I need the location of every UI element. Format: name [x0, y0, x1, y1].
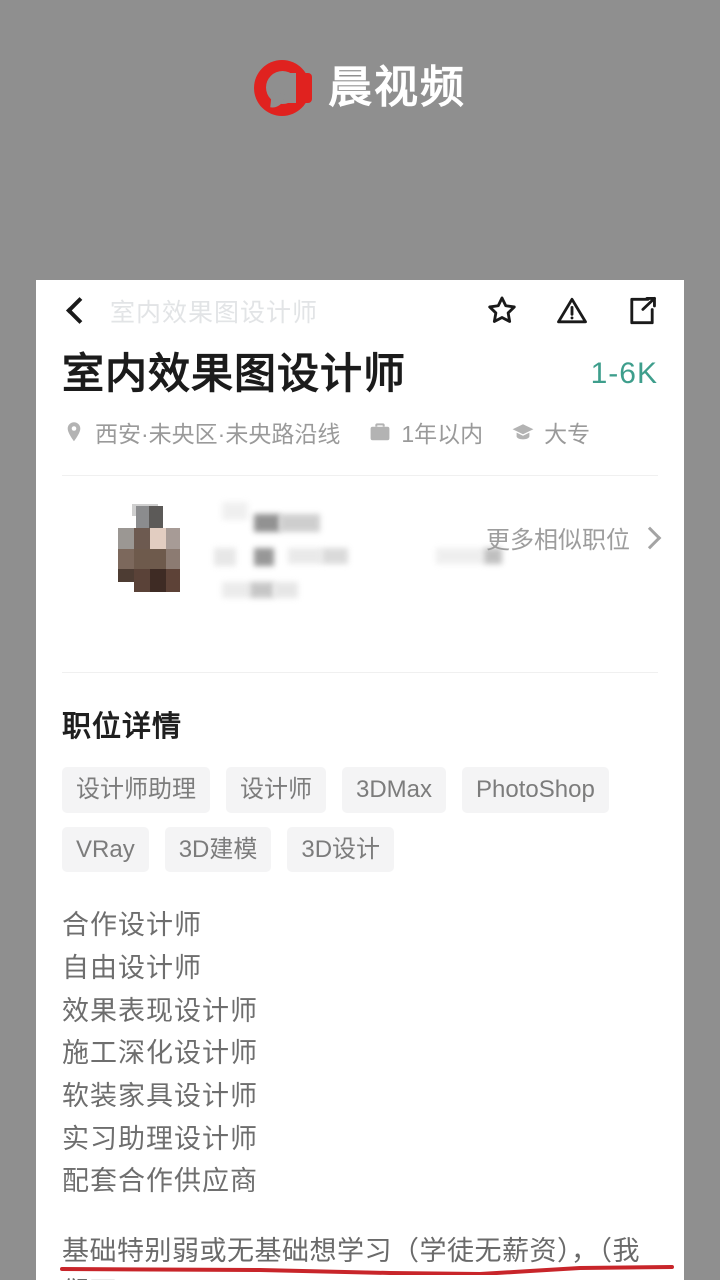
skill-tag[interactable]: 设计师助理	[62, 767, 210, 813]
briefcase-icon	[368, 420, 392, 444]
star-icon[interactable]	[484, 293, 520, 329]
brand: 晨视频	[254, 60, 466, 116]
more-similar-jobs-link[interactable]: 更多相似职位	[486, 520, 662, 555]
job-title-row: 室内效果图设计师 1-6K	[36, 342, 684, 397]
skill-tag[interactable]: VRay	[62, 826, 149, 873]
page-title: 室内效果图设计师	[62, 350, 407, 397]
location-pin-icon	[62, 420, 86, 444]
company-section[interactable]: 更多相似职位	[36, 476, 684, 646]
graduation-cap-icon	[511, 420, 535, 444]
warning-triangle-icon[interactable]	[554, 293, 590, 329]
meta-experience: 1年以内	[368, 415, 483, 449]
meta-location: 西安·未央区·未央路沿线	[62, 415, 340, 449]
chevron-left-icon[interactable]	[62, 295, 92, 327]
list-item: 合作设计师	[62, 910, 202, 941]
role-list: 合作设计师 自由设计师 效果表现设计师 施工深化设计师 软装家具设计师 实习助理…	[62, 904, 658, 1203]
meta-location-label: 西安·未央区·未央路沿线	[95, 421, 341, 448]
list-item: 效果表现设计师	[62, 995, 258, 1026]
job-meta-row: 西安·未央区·未央路沿线 1年以内 大专	[36, 397, 684, 449]
navbar-faded-title: 室内效果图设计师	[110, 299, 319, 327]
mosaic-avatar-icon	[118, 504, 190, 593]
meta-experience-label: 1年以内	[401, 421, 484, 448]
channel-watermark: 晨视频	[0, 0, 720, 280]
skill-tag[interactable]: 3D建模	[164, 826, 272, 873]
chevron-right-icon	[638, 526, 662, 549]
meta-education: 大专	[511, 415, 590, 449]
salary-range: 1-6K	[590, 357, 658, 391]
brand-name: 晨视频	[328, 63, 466, 112]
job-details-section: 职位详情 设计师助理 设计师 3DMax PhotoShop VRay 3D建模…	[36, 673, 684, 1280]
list-item: 配套合作供应商	[62, 1166, 258, 1197]
more-similar-jobs-label: 更多相似职位	[486, 527, 630, 555]
highlighted-paragraph: 基础特别弱或无基础想学习（学徒无薪资），（我们不 收费，但是需自行配备电脑等设备…	[60, 1231, 674, 1280]
share-icon[interactable]	[624, 293, 660, 329]
list-item: 软装家具设计师	[62, 1080, 258, 1111]
list-item: 实习助理设计师	[62, 1123, 258, 1154]
navbar: 室内效果图设计师	[36, 280, 684, 342]
navbar-actions	[484, 293, 660, 329]
skill-tag[interactable]: 3DMax	[342, 767, 447, 813]
list-item: 自由设计师	[62, 952, 202, 983]
section-title: 职位详情	[62, 711, 183, 744]
list-item: 施工深化设计师	[62, 1038, 258, 1069]
meta-education-label: 大专	[544, 421, 591, 448]
skill-tag[interactable]: 设计师	[226, 767, 326, 813]
job-detail-screenshot: 室内效果图设计师 室内效果图设计师 1-6K 西安·未央区·未央路沿线 1年以内…	[36, 280, 684, 1280]
chen-video-logo-icon	[254, 60, 312, 116]
skill-tag[interactable]: 3D设计	[287, 826, 395, 873]
skill-tag[interactable]: PhotoShop	[462, 767, 609, 813]
paragraph-line-1: 基础特别弱或无基础想学习（学徒无薪资），（我们不	[62, 1235, 640, 1280]
skill-tag-list: 设计师助理 设计师 3DMax PhotoShop VRay 3D建模 3D设计	[62, 767, 658, 873]
